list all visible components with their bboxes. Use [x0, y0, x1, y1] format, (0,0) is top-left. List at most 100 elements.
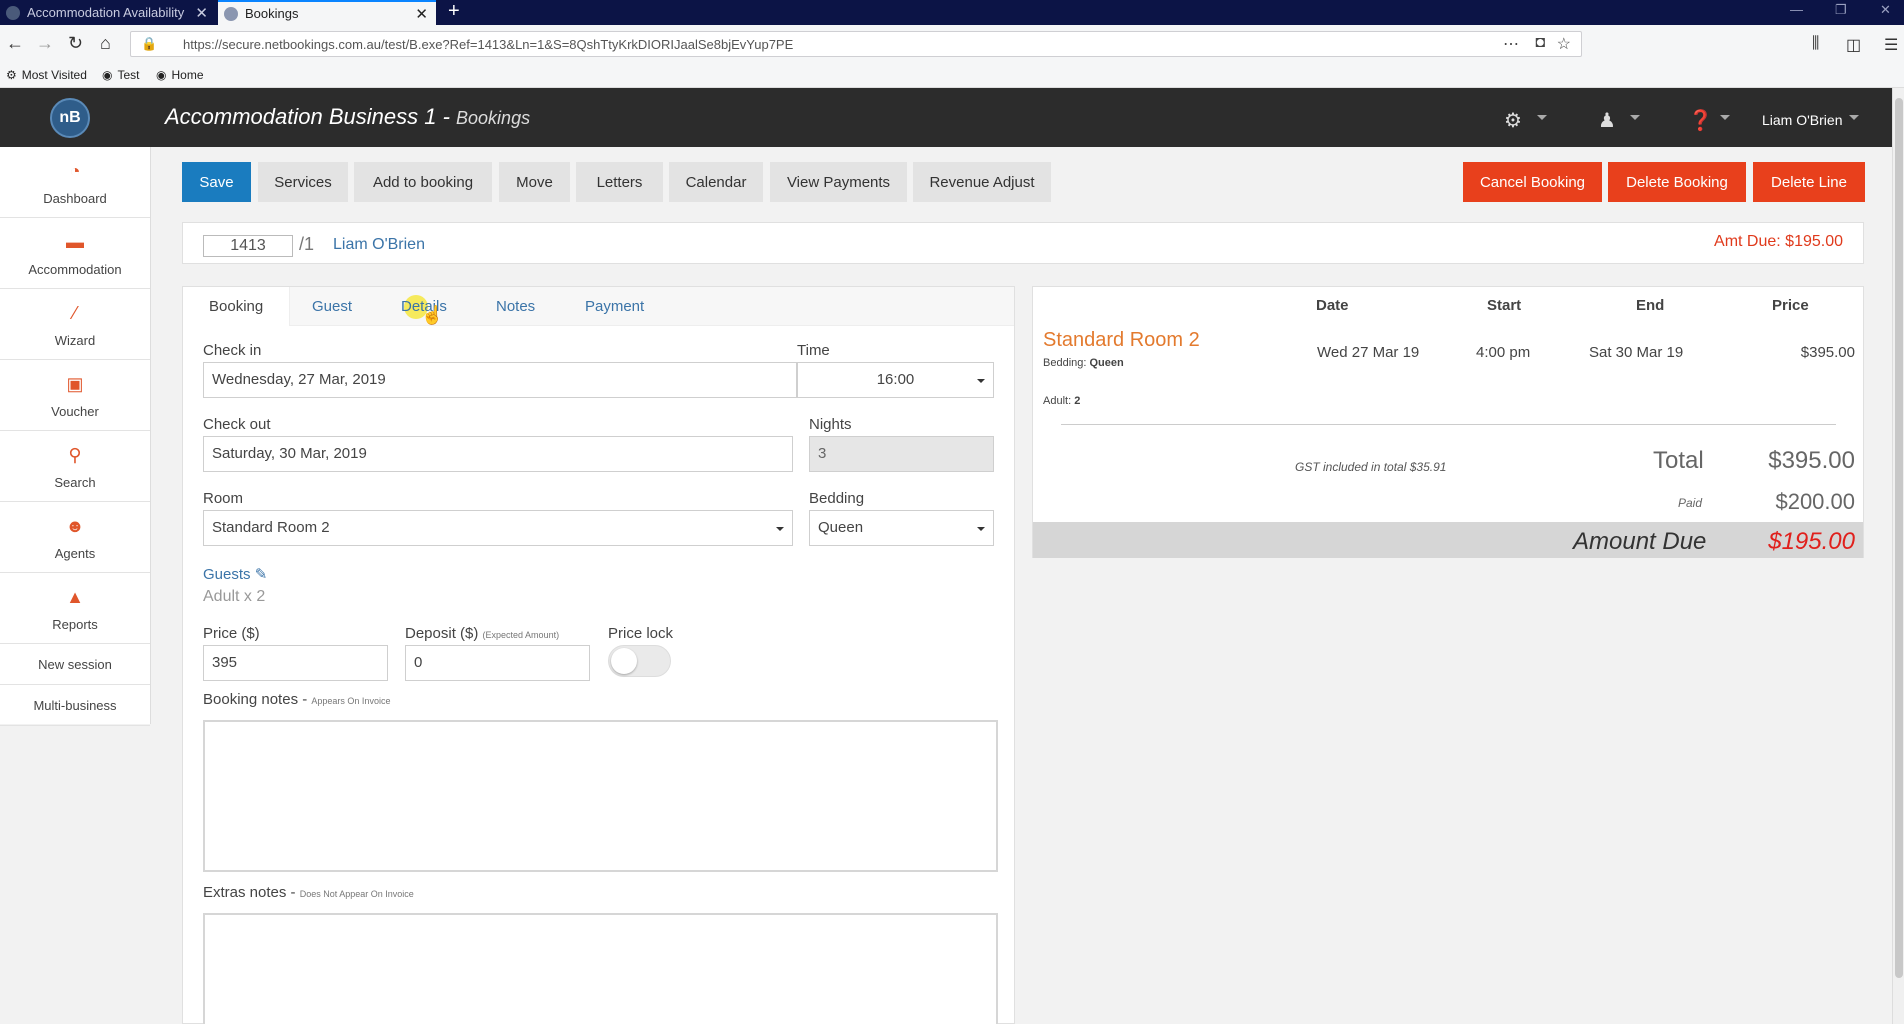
close-tab-icon[interactable]: ✕ [415, 5, 428, 23]
total-value: $395.00 [1768, 447, 1855, 474]
bookmark-most-visited[interactable]: ⚙ Most Visited [6, 68, 87, 82]
delete-line-button[interactable]: Delete Line [1753, 162, 1865, 202]
chevron-down-icon[interactable] [1849, 115, 1859, 120]
pocket-icon[interactable]: ◘ [1535, 34, 1545, 52]
booking-summary-panel: Date Start End Price Standard Room 2 Bed… [1032, 286, 1864, 558]
delete-booking-button[interactable]: Delete Booking [1608, 162, 1746, 202]
summary-divider [1061, 424, 1836, 425]
summary-end: Sat 30 Mar 19 [1589, 344, 1684, 361]
bookmark-label: Most Visited [21, 68, 87, 82]
summary-start: 4:00 pm [1476, 344, 1531, 361]
gift-icon: ▣ [66, 374, 84, 394]
chevron-down-icon[interactable] [1720, 115, 1730, 120]
sidebar-item-voucher[interactable]: ▣ Voucher [0, 360, 150, 431]
bookmark-label: Test [117, 68, 140, 82]
reload-icon[interactable]: ↻ [68, 33, 83, 54]
add-to-booking-button[interactable]: Add to booking [354, 162, 492, 202]
browser-tab-availability[interactable]: Accommodation Availability ✕ [0, 0, 216, 25]
minimize-icon[interactable]: — [1790, 2, 1803, 17]
page-actions-icon[interactable]: ⋯ [1503, 34, 1519, 54]
check-out-field[interactable]: Saturday, 30 Mar, 2019 [203, 436, 793, 472]
price-lock-toggle[interactable] [608, 645, 671, 677]
close-window-icon[interactable]: ✕ [1880, 2, 1891, 18]
sidebar-item-accommodation[interactable]: ▬ Accommodation [0, 218, 150, 289]
agent-menu-icon[interactable]: ♟ [1598, 108, 1616, 133]
new-tab-icon[interactable]: + [448, 0, 460, 22]
chevron-down-icon[interactable] [1630, 115, 1640, 120]
gear-icon: ⚙ [6, 68, 17, 82]
tab-payment[interactable]: Payment [585, 287, 644, 326]
check-in-field[interactable]: Wednesday, 27 Mar, 2019 [203, 362, 797, 398]
pencil-icon: ✎ [254, 566, 268, 583]
time-select[interactable]: 16:00 [797, 362, 994, 398]
home-icon[interactable]: ⌂ [100, 33, 111, 54]
nb-logo-icon: ◉ [102, 68, 113, 82]
booking-number-field[interactable]: 1413 [203, 235, 293, 257]
bookmark-label: Home [171, 68, 204, 82]
form-tabs: Booking Guest Details ☝ Notes Payment [183, 287, 1014, 326]
revenue-adjust-button[interactable]: Revenue Adjust [913, 162, 1051, 202]
extras-notes-label-text: Extras notes - [203, 884, 300, 901]
summary-adults: Adult: 2 [1043, 395, 1080, 407]
tab-notes[interactable]: Notes [496, 287, 535, 326]
sidebar-item-dashboard[interactable]: ◔ Dashboard [0, 147, 150, 218]
move-button[interactable]: Move [499, 162, 570, 202]
url-bar[interactable]: 🔒 https://secure.netbookings.com.au/test… [130, 31, 1582, 57]
bookmark-home[interactable]: ◉ Home [156, 68, 204, 82]
user-menu[interactable]: Liam O'Brien [1762, 112, 1842, 128]
chart-icon: ▲ [66, 587, 84, 607]
amount-due-value: $195.00 [1768, 528, 1855, 555]
extras-notes-hint: Does Not Appear On Invoice [299, 889, 414, 899]
guest-name-link[interactable]: Liam O'Brien [333, 236, 425, 254]
cancel-booking-button[interactable]: Cancel Booking [1463, 162, 1602, 202]
library-icon[interactable]: ⫼ [1812, 35, 1819, 53]
deposit-label-text: Deposit ($) [405, 625, 479, 642]
help-icon[interactable]: ❓ [1688, 108, 1713, 133]
app-logo[interactable]: nB [50, 98, 90, 138]
bookmark-star-icon[interactable]: ☆ [1557, 34, 1571, 54]
page-scrollbar[interactable] [1892, 88, 1904, 1024]
nb-logo-icon: ◉ [156, 68, 167, 82]
deposit-input[interactable]: 0 [405, 645, 590, 681]
summary-room-name[interactable]: Standard Room 2 [1043, 329, 1200, 352]
sidebar-item-reports[interactable]: ▲ Reports [0, 573, 150, 644]
close-tab-icon[interactable]: ✕ [195, 4, 208, 22]
sidebar-link-new-session[interactable]: New session [0, 644, 150, 685]
booking-notes-textarea[interactable] [203, 720, 998, 872]
letters-button[interactable]: Letters [576, 162, 663, 202]
sidebar-item-label: Voucher [51, 404, 99, 419]
sidebar-item-search[interactable]: ⚲ Search [0, 431, 150, 502]
menu-icon[interactable]: ☰ [1884, 35, 1898, 55]
tab-guest[interactable]: Guest [312, 287, 352, 326]
save-button[interactable]: Save [182, 162, 251, 202]
calendar-button[interactable]: Calendar [669, 162, 763, 202]
time-value: 16:00 [876, 371, 915, 388]
chevron-down-icon[interactable] [1537, 115, 1547, 120]
sidebar-item-wizard[interactable]: ⁄ Wizard [0, 289, 150, 360]
bookmark-test[interactable]: ◉ Test [102, 68, 140, 82]
extras-notes-textarea[interactable] [203, 913, 998, 1024]
booking-form-panel: Booking Guest Details ☝ Notes Payment Ch… [182, 286, 1015, 1024]
bed-icon: ▬ [66, 232, 84, 252]
settings-gear-icon[interactable]: ⚙ [1504, 108, 1522, 133]
sidebar-link-multi-business[interactable]: Multi-business [0, 685, 150, 726]
sidebar-item-label: Reports [52, 617, 98, 632]
bedding-select[interactable]: Queen [809, 510, 994, 546]
room-select[interactable]: Standard Room 2 [203, 510, 793, 546]
view-payments-button[interactable]: View Payments [770, 162, 907, 202]
sidebar-item-agents[interactable]: ☻ Agents [0, 502, 150, 573]
adult-label-text: Adult: [1043, 395, 1072, 407]
guests-edit-link[interactable]: Guests ✎ [203, 565, 267, 583]
tab-booking[interactable]: Booking [183, 287, 291, 326]
services-button[interactable]: Services [258, 162, 348, 202]
page-title: Accommodation Business 1 - Bookings [165, 104, 530, 130]
sidebar-toggle-icon[interactable]: ◫ [1846, 35, 1861, 55]
amount-due-bar: Amount Due $195.00 [1033, 522, 1863, 558]
browser-tab-bookings[interactable]: Bookings ✕ [218, 0, 436, 25]
date-column-header: Date [1316, 297, 1349, 314]
scrollbar-thumb[interactable] [1895, 98, 1903, 978]
price-input[interactable]: 395 [203, 645, 388, 681]
restore-icon[interactable]: ❐ [1835, 2, 1847, 18]
forward-icon[interactable]: → [36, 33, 54, 54]
back-icon[interactable]: ← [6, 33, 24, 54]
